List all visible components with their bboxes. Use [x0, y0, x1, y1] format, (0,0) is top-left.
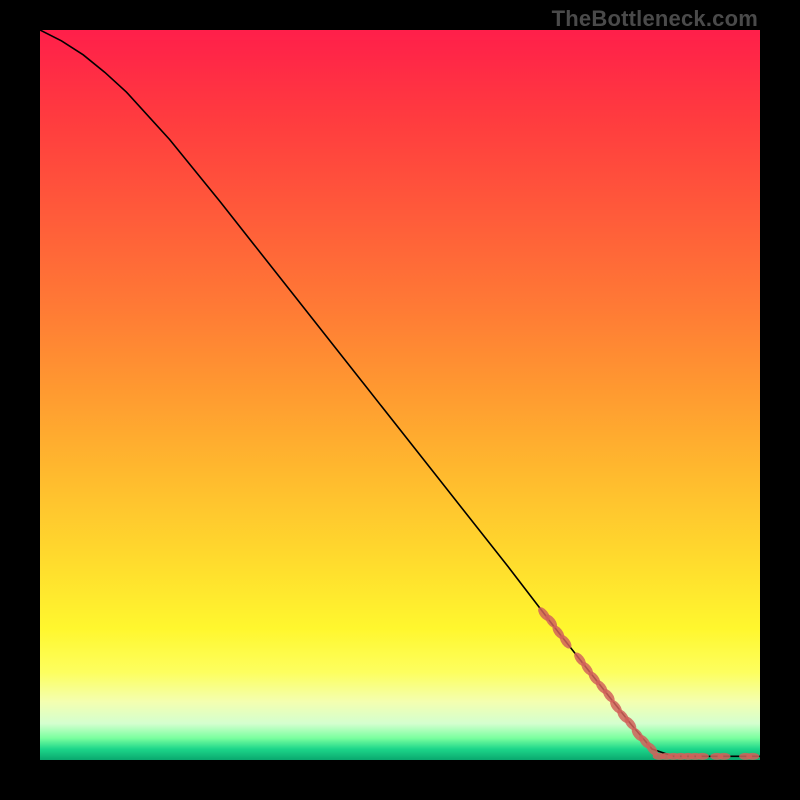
gradient-background	[40, 30, 760, 760]
chart-svg	[40, 30, 760, 760]
watermark-text: TheBottleneck.com	[552, 6, 758, 32]
chart-frame: TheBottleneck.com	[0, 0, 800, 800]
data-marker	[718, 753, 731, 760]
plot-area	[40, 30, 760, 760]
data-marker	[746, 753, 759, 760]
data-marker	[696, 753, 709, 760]
